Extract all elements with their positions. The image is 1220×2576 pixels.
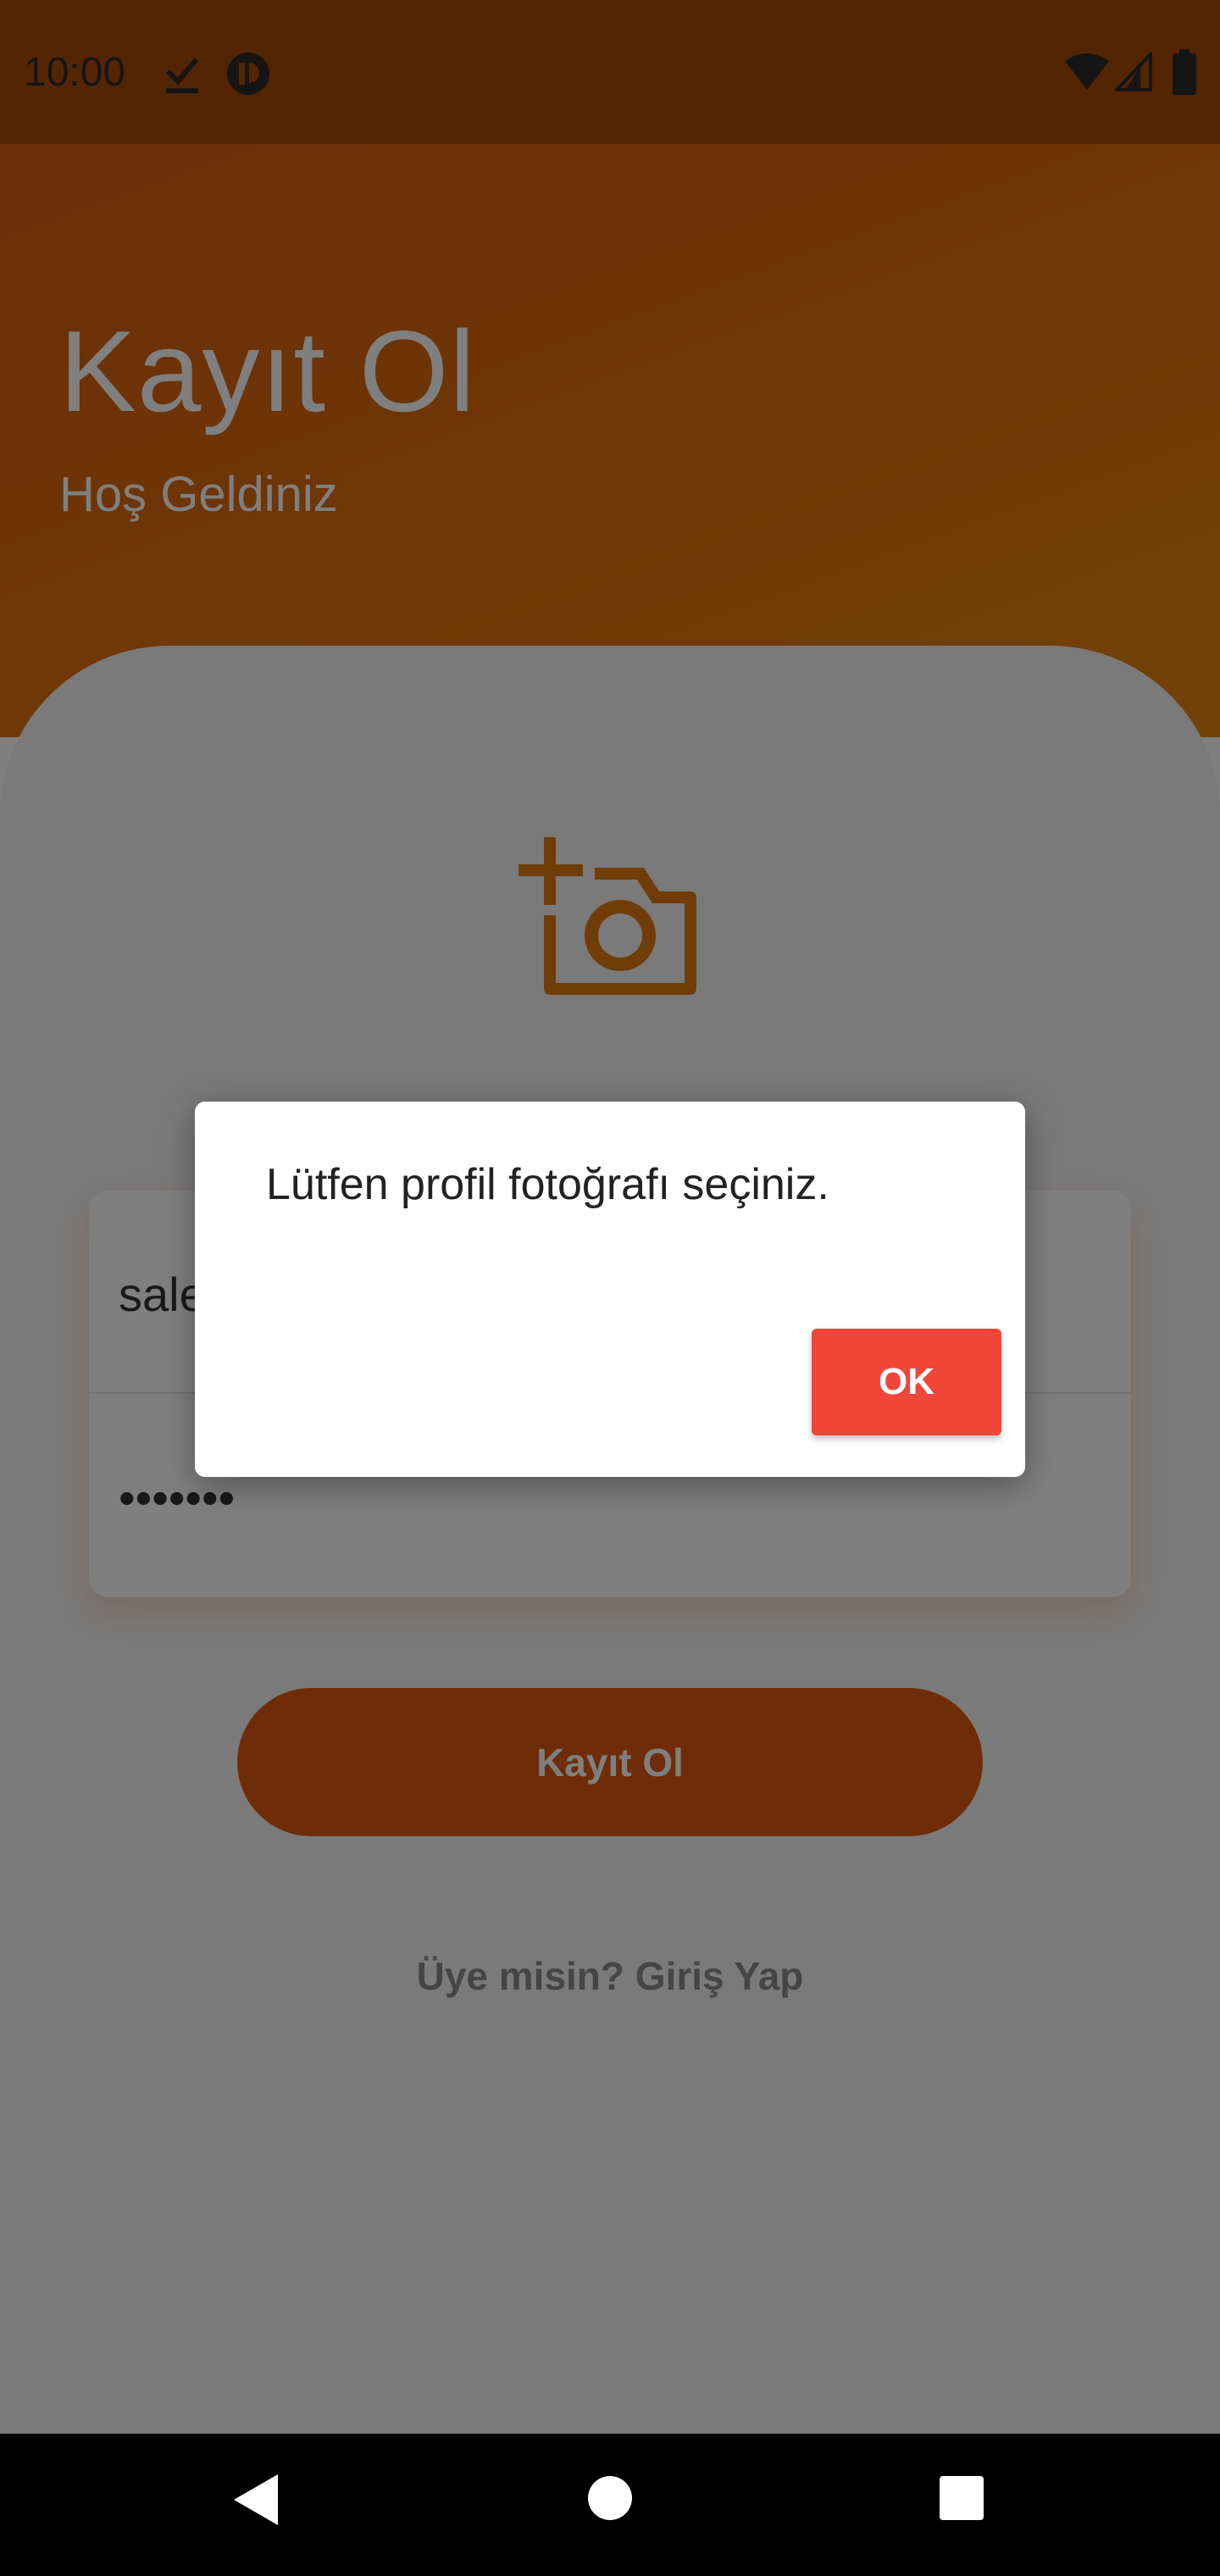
home-icon[interactable] <box>586 2474 634 2522</box>
app-screen: 10:00 Kayıt Ol Hoş Geldiniz <box>0 0 1220 2576</box>
back-icon[interactable] <box>230 2473 281 2527</box>
navigation-bar <box>0 2434 1220 2576</box>
ok-button[interactable]: OK <box>812 1329 1001 1435</box>
recents-icon[interactable] <box>938 2474 985 2522</box>
alert-dialog: Lütfen profil fotoğrafı seçiniz. OK <box>195 1102 1025 1477</box>
dialog-message: Lütfen profil fotoğrafı seçiniz. <box>266 1160 829 1209</box>
